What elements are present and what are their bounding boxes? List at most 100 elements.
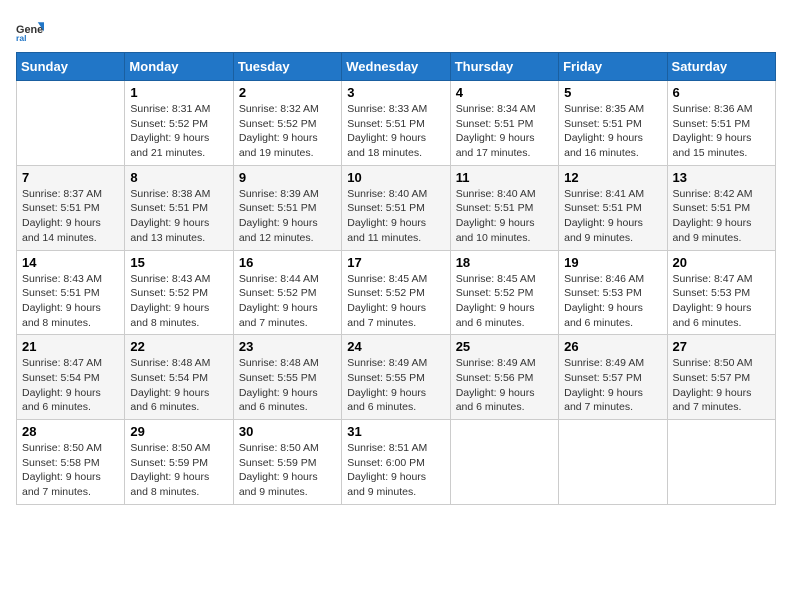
page-header: Gene ral	[16, 16, 776, 44]
day-header-saturday: Saturday	[667, 53, 775, 81]
calendar-cell	[450, 420, 558, 505]
day-number: 28	[22, 424, 119, 439]
calendar-cell: 17 Sunrise: 8:45 AMSunset: 5:52 PMDayligh…	[342, 250, 450, 335]
calendar-cell: 20 Sunrise: 8:47 AMSunset: 5:53 PMDayligh…	[667, 250, 775, 335]
day-header-thursday: Thursday	[450, 53, 558, 81]
day-info: Sunrise: 8:47 AMSunset: 5:53 PMDaylight:…	[673, 272, 770, 331]
day-number: 4	[456, 85, 553, 100]
day-number: 14	[22, 255, 119, 270]
day-number: 7	[22, 170, 119, 185]
day-info: Sunrise: 8:50 AMSunset: 5:58 PMDaylight:…	[22, 441, 119, 500]
day-info: Sunrise: 8:36 AMSunset: 5:51 PMDaylight:…	[673, 102, 770, 161]
day-info: Sunrise: 8:39 AMSunset: 5:51 PMDaylight:…	[239, 187, 336, 246]
day-info: Sunrise: 8:38 AMSunset: 5:51 PMDaylight:…	[130, 187, 227, 246]
calendar-cell: 9 Sunrise: 8:39 AMSunset: 5:51 PMDaylight…	[233, 165, 341, 250]
calendar-cell: 6 Sunrise: 8:36 AMSunset: 5:51 PMDaylight…	[667, 81, 775, 166]
calendar-cell: 13Sunrise: 8:42 AMSunset: 5:51 PMDayligh…	[667, 165, 775, 250]
day-number: 9	[239, 170, 336, 185]
day-header-tuesday: Tuesday	[233, 53, 341, 81]
day-info: Sunrise: 8:47 AMSunset: 5:54 PMDaylight:…	[22, 356, 119, 415]
calendar-cell: 25 Sunrise: 8:49 AMSunset: 5:56 PMDayligh…	[450, 335, 558, 420]
day-number: 6	[673, 85, 770, 100]
calendar-cell: 22Sunrise: 8:48 AMSunset: 5:54 PMDayligh…	[125, 335, 233, 420]
calendar-cell: 11 Sunrise: 8:40 AMSunset: 5:51 PMDayligh…	[450, 165, 558, 250]
day-info: Sunrise: 8:45 AMSunset: 5:52 PMDaylight:…	[456, 272, 553, 331]
calendar-cell: 1 Sunrise: 8:31 AMSunset: 5:52 PMDaylight…	[125, 81, 233, 166]
calendar-cell: 29 Sunrise: 8:50 AMSunset: 5:59 PMDayligh…	[125, 420, 233, 505]
day-info: Sunrise: 8:50 AMSunset: 5:57 PMDaylight:…	[673, 356, 770, 415]
calendar-cell: 15 Sunrise: 8:43 AMSunset: 5:52 PMDayligh…	[125, 250, 233, 335]
day-number: 17	[347, 255, 444, 270]
day-header-friday: Friday	[559, 53, 667, 81]
calendar-cell: 27 Sunrise: 8:50 AMSunset: 5:57 PMDayligh…	[667, 335, 775, 420]
day-number: 25	[456, 339, 553, 354]
logo-icon: Gene ral	[16, 16, 44, 44]
day-info: Sunrise: 8:46 AMSunset: 5:53 PMDaylight:…	[564, 272, 661, 331]
calendar-cell: 8Sunrise: 8:38 AMSunset: 5:51 PMDaylight…	[125, 165, 233, 250]
calendar-cell: 7 Sunrise: 8:37 AMSunset: 5:51 PMDaylight…	[17, 165, 125, 250]
day-info: Sunrise: 8:45 AMSunset: 5:52 PMDaylight:…	[347, 272, 444, 331]
calendar-cell: 26 Sunrise: 8:49 AMSunset: 5:57 PMDayligh…	[559, 335, 667, 420]
calendar-cell: 5Sunrise: 8:35 AMSunset: 5:51 PMDaylight…	[559, 81, 667, 166]
day-info: Sunrise: 8:50 AMSunset: 5:59 PMDaylight:…	[130, 441, 227, 500]
day-info: Sunrise: 8:43 AMSunset: 5:52 PMDaylight:…	[130, 272, 227, 331]
week-row-4: 28 Sunrise: 8:50 AMSunset: 5:58 PMDayligh…	[17, 420, 776, 505]
day-number: 1	[130, 85, 227, 100]
day-number: 2	[239, 85, 336, 100]
day-info: Sunrise: 8:40 AMSunset: 5:51 PMDaylight:…	[456, 187, 553, 246]
day-number: 20	[673, 255, 770, 270]
calendar-cell: 28 Sunrise: 8:50 AMSunset: 5:58 PMDayligh…	[17, 420, 125, 505]
day-number: 13	[673, 170, 770, 185]
day-number: 3	[347, 85, 444, 100]
day-number: 19	[564, 255, 661, 270]
calendar-cell: 16 Sunrise: 8:44 AMSunset: 5:52 PMDayligh…	[233, 250, 341, 335]
day-number: 21	[22, 339, 119, 354]
day-number: 15	[130, 255, 227, 270]
calendar-cell	[17, 81, 125, 166]
calendar-cell: 2Sunrise: 8:32 AMSunset: 5:52 PMDaylight…	[233, 81, 341, 166]
day-number: 10	[347, 170, 444, 185]
day-number: 27	[673, 339, 770, 354]
day-info: Sunrise: 8:33 AMSunset: 5:51 PMDaylight:…	[347, 102, 444, 161]
week-row-2: 14Sunrise: 8:43 AMSunset: 5:51 PMDayligh…	[17, 250, 776, 335]
day-number: 24	[347, 339, 444, 354]
day-number: 30	[239, 424, 336, 439]
day-info: Sunrise: 8:40 AMSunset: 5:51 PMDaylight:…	[347, 187, 444, 246]
day-number: 29	[130, 424, 227, 439]
calendar-cell: 19 Sunrise: 8:46 AMSunset: 5:53 PMDayligh…	[559, 250, 667, 335]
day-info: Sunrise: 8:50 AMSunset: 5:59 PMDaylight:…	[239, 441, 336, 500]
calendar-table: SundayMondayTuesdayWednesdayThursdayFrid…	[16, 52, 776, 505]
day-number: 16	[239, 255, 336, 270]
day-number: 23	[239, 339, 336, 354]
day-header-sunday: Sunday	[17, 53, 125, 81]
calendar-cell: 12 Sunrise: 8:41 AMSunset: 5:51 PMDayligh…	[559, 165, 667, 250]
calendar-cell: 10 Sunrise: 8:40 AMSunset: 5:51 PMDayligh…	[342, 165, 450, 250]
day-info: Sunrise: 8:49 AMSunset: 5:57 PMDaylight:…	[564, 356, 661, 415]
day-info: Sunrise: 8:31 AMSunset: 5:52 PMDaylight:…	[130, 102, 227, 161]
calendar-cell: 18 Sunrise: 8:45 AMSunset: 5:52 PMDayligh…	[450, 250, 558, 335]
day-info: Sunrise: 8:34 AMSunset: 5:51 PMDaylight:…	[456, 102, 553, 161]
calendar-cell: 30 Sunrise: 8:50 AMSunset: 5:59 PMDayligh…	[233, 420, 341, 505]
day-info: Sunrise: 8:51 AMSunset: 6:00 PMDaylight:…	[347, 441, 444, 500]
calendar-cell: 21 Sunrise: 8:47 AMSunset: 5:54 PMDayligh…	[17, 335, 125, 420]
day-number: 18	[456, 255, 553, 270]
day-number: 26	[564, 339, 661, 354]
day-info: Sunrise: 8:37 AMSunset: 5:51 PMDaylight:…	[22, 187, 119, 246]
day-number: 12	[564, 170, 661, 185]
day-number: 11	[456, 170, 553, 185]
calendar-cell	[559, 420, 667, 505]
calendar-header-row: SundayMondayTuesdayWednesdayThursdayFrid…	[17, 53, 776, 81]
day-number: 5	[564, 85, 661, 100]
day-info: Sunrise: 8:44 AMSunset: 5:52 PMDaylight:…	[239, 272, 336, 331]
calendar-cell: 23Sunrise: 8:48 AMSunset: 5:55 PMDayligh…	[233, 335, 341, 420]
calendar-cell	[667, 420, 775, 505]
week-row-0: 1 Sunrise: 8:31 AMSunset: 5:52 PMDaylight…	[17, 81, 776, 166]
day-info: Sunrise: 8:48 AMSunset: 5:54 PMDaylight:…	[130, 356, 227, 415]
calendar-cell: 31 Sunrise: 8:51 AMSunset: 6:00 PMDayligh…	[342, 420, 450, 505]
logo: Gene ral	[16, 16, 46, 44]
day-info: Sunrise: 8:49 AMSunset: 5:55 PMDaylight:…	[347, 356, 444, 415]
day-info: Sunrise: 8:41 AMSunset: 5:51 PMDaylight:…	[564, 187, 661, 246]
day-info: Sunrise: 8:49 AMSunset: 5:56 PMDaylight:…	[456, 356, 553, 415]
calendar-cell: 14Sunrise: 8:43 AMSunset: 5:51 PMDayligh…	[17, 250, 125, 335]
day-number: 31	[347, 424, 444, 439]
